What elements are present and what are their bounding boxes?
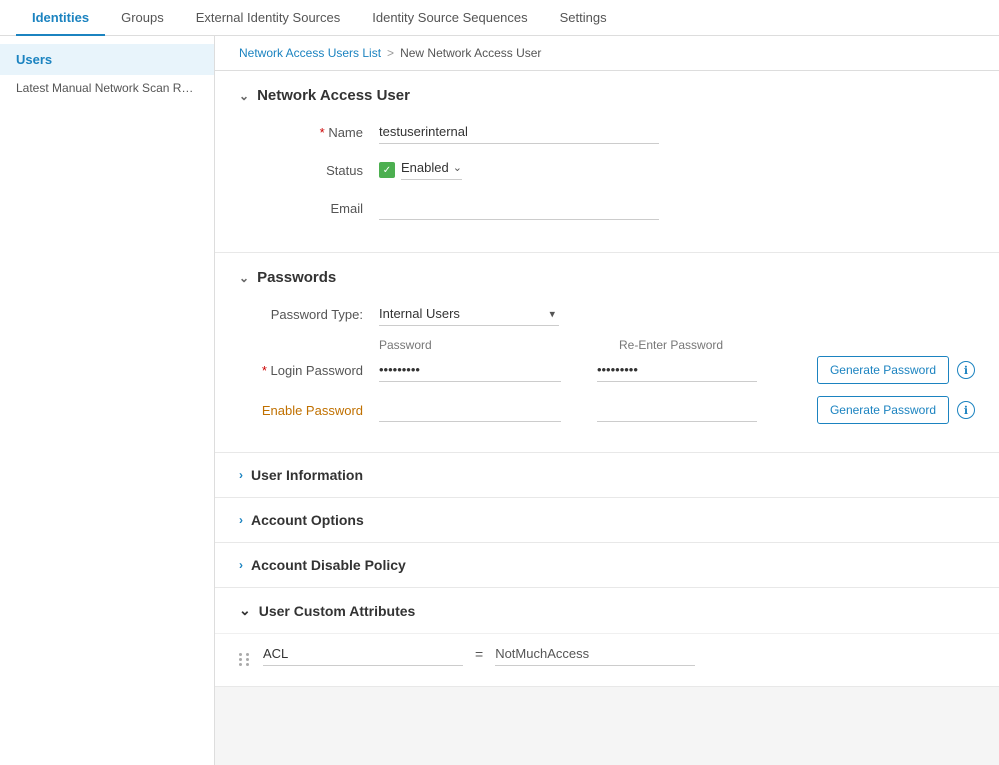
login-generate-password-button[interactable]: Generate Password <box>817 356 949 384</box>
name-label: Name <box>239 125 379 140</box>
sidebar-item-users[interactable]: Users <box>0 44 214 75</box>
password-col-label: Password <box>379 338 579 352</box>
login-password-reenter-input[interactable] <box>597 358 757 382</box>
login-password-input[interactable] <box>379 358 561 382</box>
top-nav: Identities Groups External Identity Sour… <box>0 0 999 36</box>
nav-item-identity-source-sequences[interactable]: Identity Source Sequences <box>356 0 543 36</box>
user-custom-attributes-header[interactable]: ⌄ User Custom Attributes <box>215 588 999 633</box>
nav-item-settings[interactable]: Settings <box>544 0 623 36</box>
password-type-label: Password Type: <box>239 307 379 322</box>
network-access-user-header[interactable]: ⌄ Network Access User <box>239 87 975 104</box>
passwords-header[interactable]: ⌄ Passwords <box>239 269 975 286</box>
passwords-section: ⌄ Passwords Password Type: Internal User… <box>215 253 999 453</box>
email-row: Email <box>239 196 975 220</box>
account-disable-policy-title: Account Disable Policy <box>251 557 406 573</box>
main-content: Network Access Users List > New Network … <box>215 36 999 765</box>
enable-password-info-icon[interactable]: ℹ <box>957 401 975 419</box>
breadcrumb-link[interactable]: Network Access Users List <box>239 46 381 60</box>
status-label: Status <box>239 163 379 178</box>
name-input[interactable] <box>379 120 659 144</box>
status-container[interactable]: ✓ Enabled ⌄ <box>379 160 462 180</box>
login-password-row: Login Password Generate Password ℹ <box>239 356 975 384</box>
user-custom-attributes-section: ⌄ User Custom Attributes = <box>215 588 999 687</box>
account-options-title: Account Options <box>251 512 364 528</box>
account-options-chevron-icon: › <box>239 513 243 527</box>
enable-password-label: Enable Password <box>239 403 379 418</box>
password-type-select[interactable]: Internal UsersExternal <box>379 302 559 326</box>
attr-value-input[interactable] <box>495 642 695 666</box>
breadcrumb-separator: > <box>387 46 394 60</box>
login-password-label: Login Password <box>239 363 379 378</box>
password-type-select-wrapper[interactable]: Internal UsersExternal <box>379 302 559 326</box>
attr-name-input[interactable] <box>263 642 463 666</box>
account-options-section[interactable]: › Account Options <box>215 498 999 543</box>
custom-attrs-chevron-icon: ⌄ <box>239 602 251 619</box>
status-dropdown-arrow: ⌄ <box>453 161 462 174</box>
status-row: Status ✓ Enabled ⌄ <box>239 160 975 180</box>
custom-attributes-table: = <box>215 633 999 686</box>
sidebar: Users Latest Manual Network Scan Res... <box>0 36 215 765</box>
breadcrumb: Network Access Users List > New Network … <box>215 36 999 71</box>
enable-generate-password-button[interactable]: Generate Password <box>817 396 949 424</box>
user-information-chevron-icon: › <box>239 468 243 482</box>
enable-password-row: Enable Password Generate Password ℹ <box>239 396 975 424</box>
login-password-info-icon[interactable]: ℹ <box>957 361 975 379</box>
attr-equals-sign: = <box>475 646 483 662</box>
password-column-headers: Password Re-Enter Password <box>379 338 975 352</box>
drag-handle-icon[interactable] <box>239 643 251 666</box>
breadcrumb-current: New Network Access User <box>400 46 541 60</box>
chevron-down-icon: ⌄ <box>239 89 249 103</box>
user-information-section[interactable]: › User Information <box>215 453 999 498</box>
email-label: Email <box>239 201 379 216</box>
network-access-user-section: ⌄ Network Access User Name Status ✓ Enab… <box>215 71 999 253</box>
email-input[interactable] <box>379 196 659 220</box>
main-layout: Users Latest Manual Network Scan Res... … <box>0 36 999 765</box>
sidebar-sub-item-scan[interactable]: Latest Manual Network Scan Res... <box>0 75 214 101</box>
table-row: = <box>239 634 975 674</box>
user-information-title: User Information <box>251 467 363 483</box>
passwords-title: Passwords <box>257 269 336 286</box>
account-disable-policy-section[interactable]: › Account Disable Policy <box>215 543 999 588</box>
nav-item-external-identity-sources[interactable]: External Identity Sources <box>180 0 357 36</box>
enable-password-input[interactable] <box>379 398 561 422</box>
nav-item-identities[interactable]: Identities <box>16 0 105 36</box>
passwords-chevron-icon: ⌄ <box>239 271 249 285</box>
status-value[interactable]: Enabled ⌄ <box>401 160 462 180</box>
reenter-col-label: Re-Enter Password <box>619 338 779 352</box>
nav-item-groups[interactable]: Groups <box>105 0 180 36</box>
password-type-row: Password Type: Internal UsersExternal <box>239 302 975 326</box>
name-row: Name <box>239 120 975 144</box>
status-checkbox[interactable]: ✓ <box>379 162 395 178</box>
account-disable-policy-chevron-icon: › <box>239 558 243 572</box>
enable-password-reenter-input[interactable] <box>597 398 757 422</box>
network-access-user-title: Network Access User <box>257 87 410 104</box>
user-custom-attributes-title: User Custom Attributes <box>259 603 416 619</box>
